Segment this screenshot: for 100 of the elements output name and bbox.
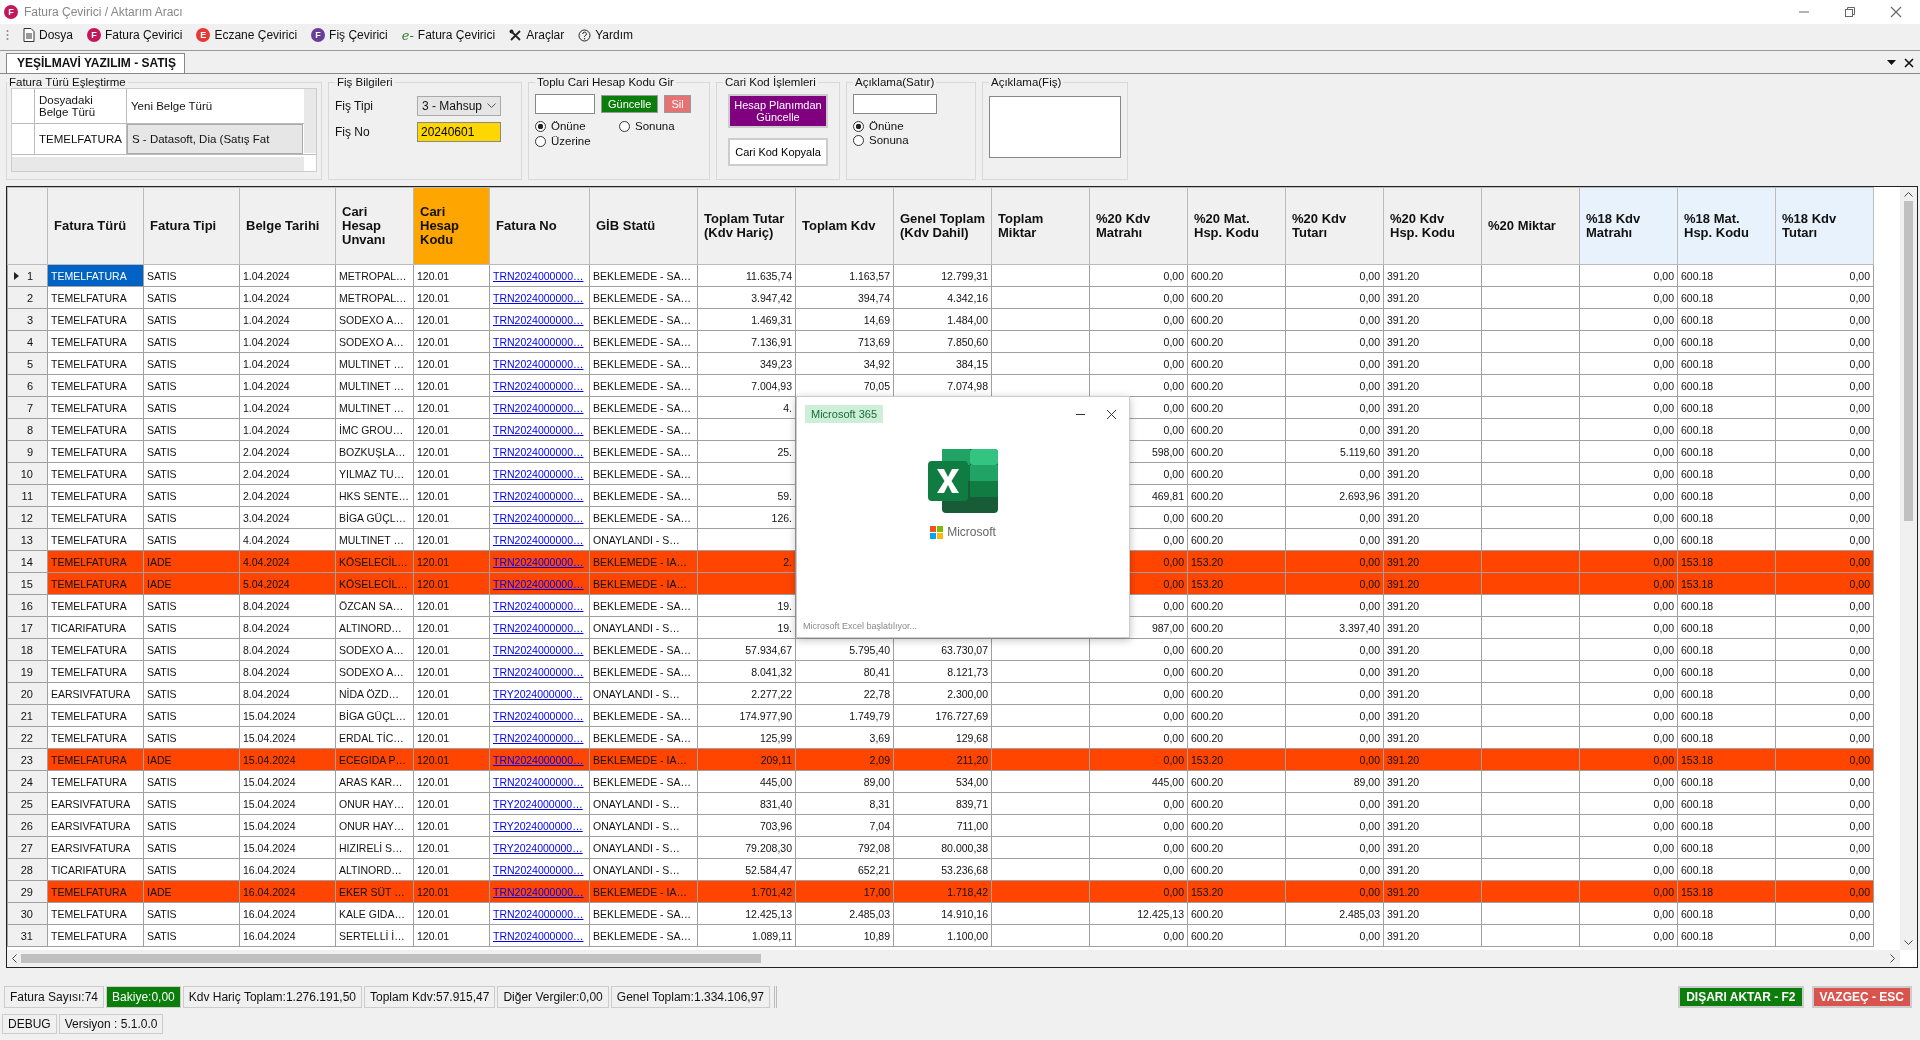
menu-item[interactable]: F Fiş Çevirici [311,28,388,42]
horizontal-scrollbar[interactable] [7,950,1900,967]
slip-number-field[interactable]: 20240601 [417,122,501,142]
scroll-right-icon[interactable] [1890,954,1896,963]
status-field: Bakiye:0,00 [106,986,181,1008]
row-header[interactable]: 8 [7,418,48,441]
row-header[interactable]: 10 [7,462,48,485]
column-header[interactable]: Belge Tarihi [239,187,336,265]
column-header[interactable]: Cari Hesap Unvanı [335,187,414,265]
row-header[interactable]: 21 [7,704,48,727]
row-header[interactable]: 4 [7,330,48,353]
scroll-thumb[interactable] [21,954,761,963]
column-header[interactable]: %20 Miktar [1481,187,1580,265]
column-header[interactable]: %20 Kdv Tutarı [1285,187,1384,265]
close-icon[interactable] [1904,58,1914,68]
action-button[interactable]: DIŞARI AKTAR - F2 [1678,986,1804,1008]
column-header[interactable]: Genel Toplam (Kdv Dahil) [893,187,992,265]
restore-icon[interactable] [1844,6,1856,18]
row-header[interactable]: 2 [7,286,48,309]
column-header[interactable]: Toplam Kdv [795,187,894,265]
row-header[interactable]: 19 [7,660,48,683]
row-header[interactable]: 9 [7,440,48,463]
row-header[interactable]: 7 [7,396,48,419]
row-number: 3 [26,313,33,326]
row-header[interactable]: 20 [7,682,48,705]
menu-item[interactable]: e- Fatura Çevirici [401,27,496,43]
row-header[interactable]: 22 [7,726,48,749]
group-title: Cari Kod İşlemleri [724,76,817,88]
row-header[interactable]: 27 [7,836,48,859]
scroll-up-icon[interactable] [1904,191,1913,197]
row-header[interactable]: 23 [7,748,48,771]
radio-option[interactable]: Önüne [853,120,969,132]
row-header[interactable]: 12 [7,506,48,529]
row-header[interactable]: 28 [7,858,48,881]
row-number: 22 [20,731,33,744]
column-header[interactable]: %18 Kdv Matrahı [1579,187,1678,265]
account-code-field[interactable] [535,94,595,114]
row-number: 1 [26,269,33,282]
column-header[interactable]: Fatura Tipi [143,187,240,265]
row-header[interactable]: 31 [7,924,48,947]
row-number: 12 [20,511,33,524]
action-button[interactable]: VAZGEÇ - ESC [1811,986,1912,1008]
row-header[interactable]: 25 [7,792,48,815]
menu-item[interactable]: Yardım [578,28,633,42]
slip-type-dropdown[interactable]: 3 - Mahsup [417,96,501,116]
column-header[interactable]: Toplam Tutar (Kdv Hariç) [697,187,796,265]
column-header[interactable]: %20 Mat. Hsp. Kodu [1187,187,1286,265]
column-header[interactable]: %18 Kdv Tutarı [1775,187,1874,265]
dropdown-arrow-icon[interactable] [1887,60,1896,66]
row-header[interactable]: 3 [7,308,48,331]
column-header[interactable]: Cari Hesap Kodu [413,187,490,265]
close-icon[interactable] [1106,408,1117,420]
row-header[interactable]: 30 [7,902,48,925]
action-button[interactable]: Cari Kod Kopyala [728,138,828,166]
radio-option[interactable]: Sonuna [853,134,969,146]
column-header[interactable]: Toplam Miktar [991,187,1090,265]
column-header[interactable]: %18 Mat. Hsp. Kodu [1677,187,1776,265]
row-header[interactable]: 24 [7,770,48,793]
scroll-thumb[interactable] [1904,201,1913,521]
row-number: 27 [20,841,33,854]
scroll-down-icon[interactable] [1904,940,1913,946]
row-header[interactable]: 5 [7,352,48,375]
menu-item[interactable]: E Eczane Çevirici [196,28,298,42]
row-header[interactable]: 13 [7,528,48,551]
slip-note-field[interactable] [989,96,1121,158]
column-header[interactable]: %20 Kdv Hsp. Kodu [1383,187,1482,265]
row-header[interactable]: 1 [7,264,48,287]
row-header[interactable]: 14 [7,550,48,573]
row-header[interactable]: 6 [7,374,48,397]
radio-option[interactable]: Önüne [535,120,619,132]
grip-icon [6,29,9,41]
menu-item[interactable]: Dosya [23,28,73,42]
radio-option[interactable]: Sonuna [619,120,703,132]
column-header[interactable]: Fatura Türü [47,187,144,265]
row-header[interactable]: 11 [7,484,48,507]
vertical-scrollbar[interactable] [304,89,316,153]
update-button[interactable]: Güncelle [601,95,659,113]
action-button[interactable]: Hesap Planımdan Güncelle [728,94,828,128]
menu-item[interactable]: F Fatura Çevirici [87,28,183,42]
scroll-left-icon[interactable] [11,954,17,963]
column-header[interactable]: Fatura No [489,187,590,265]
column-header[interactable]: %20 Kdv Matrahı [1089,187,1188,265]
row-number: 6 [26,379,33,392]
line-note-field[interactable] [853,94,937,114]
row-header[interactable]: 26 [7,814,48,837]
type-dropdown[interactable]: S - Datasoft, Dia (Satış Fat [127,124,303,154]
vertical-scrollbar[interactable] [1900,187,1917,950]
horizontal-scrollbar[interactable] [12,157,304,171]
document-tab[interactable]: YEŞİLMAVİ YAZILIM - SATIŞ [6,53,185,73]
row-header[interactable]: 17 [7,616,48,639]
row-number: 10 [20,467,33,480]
row-number: 28 [20,863,33,876]
column-header[interactable]: GİB Statü [589,187,698,265]
row-header[interactable]: 18 [7,638,48,661]
row-header[interactable]: 15 [7,572,48,595]
radio-option[interactable]: Üzerine [535,135,619,147]
row-header[interactable]: 29 [7,880,48,903]
row-number: 14 [20,555,33,568]
row-header[interactable]: 16 [7,594,48,617]
menu-item[interactable]: Araçlar [509,28,565,42]
